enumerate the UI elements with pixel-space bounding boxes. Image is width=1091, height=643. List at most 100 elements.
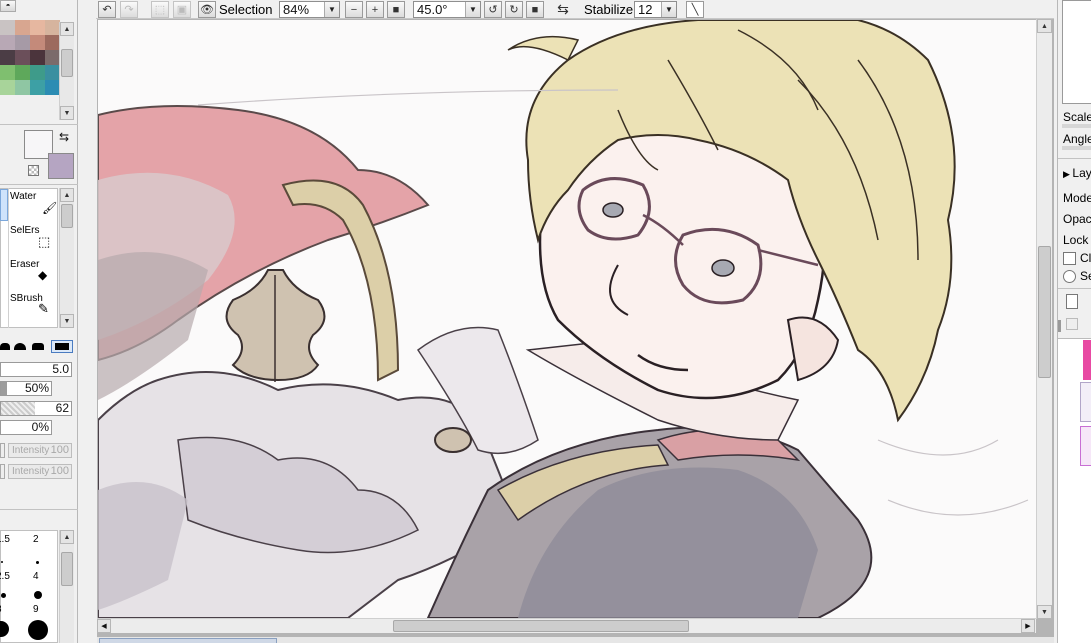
palette-swatch[interactable] (45, 20, 60, 35)
palette-swatch[interactable] (0, 80, 15, 95)
palette-swatch[interactable] (45, 65, 60, 80)
scroll-thumb[interactable] (61, 49, 73, 77)
palette-swatch[interactable] (0, 65, 15, 80)
brush-size-label[interactable]: 9 (33, 604, 39, 615)
min-size-field[interactable]: 50% (0, 381, 52, 396)
tool-selers[interactable]: SelErs ⬚ (10, 225, 56, 257)
tool-grid-scrollbar[interactable]: ▲ ▼ (59, 188, 74, 328)
document-tab[interactable] (99, 638, 277, 643)
brush-size-dot[interactable] (36, 561, 39, 564)
layer-row[interactable] (1080, 426, 1091, 466)
palette-swatch[interactable] (30, 20, 45, 35)
scroll-up-icon[interactable]: ▲ (60, 188, 74, 202)
flip-horizontal-icon[interactable]: ⇆ (554, 1, 572, 18)
scroll-left-icon[interactable]: ◀ (97, 619, 111, 633)
brush-size-dot[interactable] (0, 621, 9, 637)
canvas-viewport[interactable]: ▲ ▼ ◀ ▶ (97, 19, 1054, 637)
palette-swatch[interactable] (15, 20, 30, 35)
brush-size-label[interactable]: 8 (0, 604, 2, 615)
invert-selection-icon[interactable]: ▣ (173, 1, 191, 18)
zoom-reset-icon[interactable]: ■ (387, 1, 405, 18)
palette-swatch[interactable] (45, 35, 60, 50)
rotation-select[interactable]: 45.0° ▼ (413, 1, 481, 18)
brush-size-dot[interactable] (1, 561, 3, 563)
tool-sbrush[interactable]: SBrush ✎ (10, 293, 56, 325)
transparent-color-icon[interactable] (28, 165, 39, 176)
redo-icon[interactable]: ↷ (120, 1, 138, 18)
palette-swatch[interactable] (15, 35, 30, 50)
palette-swatch[interactable] (0, 35, 15, 50)
palette-swatch[interactable] (45, 50, 60, 65)
layer-row-selected[interactable] (1083, 340, 1091, 380)
layer-row[interactable] (1080, 382, 1091, 422)
brush-size-label[interactable]: 2 (33, 534, 39, 545)
canvas-horizontal-scrollbar[interactable]: ◀ ▶ (97, 618, 1036, 633)
brush-size-label[interactable]: 2.5 (0, 571, 10, 582)
scroll-down-icon[interactable]: ▼ (1037, 605, 1052, 619)
blending-field[interactable]: 0% (0, 420, 52, 435)
undo-icon[interactable]: ↶ (98, 1, 116, 18)
navigator-preview[interactable] (1062, 0, 1091, 104)
zoom-select[interactable]: 84% ▼ (279, 1, 340, 18)
brush-size-dot[interactable] (34, 591, 42, 599)
brush-shape-round-icon[interactable] (14, 343, 26, 350)
brush-size-label[interactable]: 4 (33, 571, 39, 582)
scroll-up-icon[interactable]: ▲ (60, 530, 74, 544)
angle-slider[interactable] (1062, 146, 1091, 150)
selection-source-radio[interactable] (1063, 270, 1076, 283)
tool-eraser[interactable]: Eraser ◆ (10, 259, 56, 291)
scroll-up-icon[interactable]: ▲ (1037, 19, 1052, 33)
panel-splitter[interactable] (1058, 320, 1061, 332)
palette-swatch[interactable] (15, 80, 30, 95)
stabilizer-select[interactable]: 12 ▼ (634, 1, 677, 18)
brush-size-label[interactable]: 1.5 (0, 534, 10, 545)
tool-water[interactable]: Water 🖌 (10, 191, 57, 223)
zoom-out-icon[interactable]: − (345, 1, 363, 18)
brush-shape-soft-icon[interactable] (32, 343, 44, 350)
scroll-down-icon[interactable]: ▼ (60, 314, 74, 328)
brush-shape-square-icon[interactable] (51, 340, 73, 353)
palette-scrollbar[interactable]: ▲ ▼ (59, 22, 74, 120)
new-layer-folder-icon[interactable] (1066, 318, 1078, 330)
scroll-thumb[interactable] (393, 620, 689, 632)
deselect-icon[interactable]: ⬚ (151, 1, 169, 18)
layer-panel-header[interactable]: ▶ Lay (1063, 166, 1091, 180)
intensity-checkbox-2[interactable] (0, 464, 5, 479)
scroll-right-icon[interactable]: ▶ (1021, 619, 1035, 633)
new-layer-icon[interactable] (1066, 294, 1078, 309)
scroll-up-icon[interactable]: ▲ (60, 22, 74, 36)
sub-color-swatch[interactable] (48, 153, 74, 179)
rotate-reset-icon[interactable]: ■ (526, 1, 544, 18)
selection-visibility-icon[interactable]: 👁 (198, 1, 216, 18)
intensity-checkbox-1[interactable] (0, 443, 5, 458)
zoom-in-icon[interactable]: + (366, 1, 384, 18)
canvas-vertical-scrollbar[interactable]: ▲ ▼ (1036, 19, 1052, 619)
scroll-down-icon[interactable]: ▼ (60, 106, 74, 120)
brush-size-dot[interactable] (28, 620, 48, 640)
scroll-thumb[interactable] (1038, 246, 1051, 378)
palette-swatch[interactable] (30, 65, 45, 80)
rotate-left-icon[interactable]: ↺ (484, 1, 502, 18)
palette-swatch[interactable] (30, 35, 45, 50)
brush-size-dot[interactable] (1, 593, 6, 598)
palette-swatch[interactable] (0, 50, 15, 65)
selection-label[interactable]: Selection (219, 2, 272, 17)
palette-swatch[interactable] (30, 80, 45, 95)
brush-shape-flat-icon[interactable] (0, 343, 10, 350)
swap-colors-icon[interactable]: ⇆ (59, 131, 69, 143)
palette-swatch[interactable] (15, 50, 30, 65)
rotate-right-icon[interactable]: ↻ (505, 1, 523, 18)
scroll-thumb[interactable] (61, 552, 73, 586)
palette-swatch[interactable] (0, 20, 15, 35)
line-mode-icon[interactable]: ╲ (686, 1, 704, 18)
brush-size-field[interactable]: 5.0 (0, 362, 72, 377)
palette-swatch[interactable] (45, 80, 60, 95)
scale-slider[interactable] (1062, 124, 1091, 128)
palette-swatch[interactable] (30, 50, 45, 65)
panel-menu-button[interactable]: ◓ (0, 0, 16, 12)
color-palette[interactable] (0, 20, 60, 120)
palette-swatch[interactable] (15, 65, 30, 80)
brush-size-scrollbar[interactable]: ▲ (59, 530, 74, 643)
scroll-thumb[interactable] (61, 204, 73, 228)
drawing-canvas[interactable] (98, 20, 1036, 618)
